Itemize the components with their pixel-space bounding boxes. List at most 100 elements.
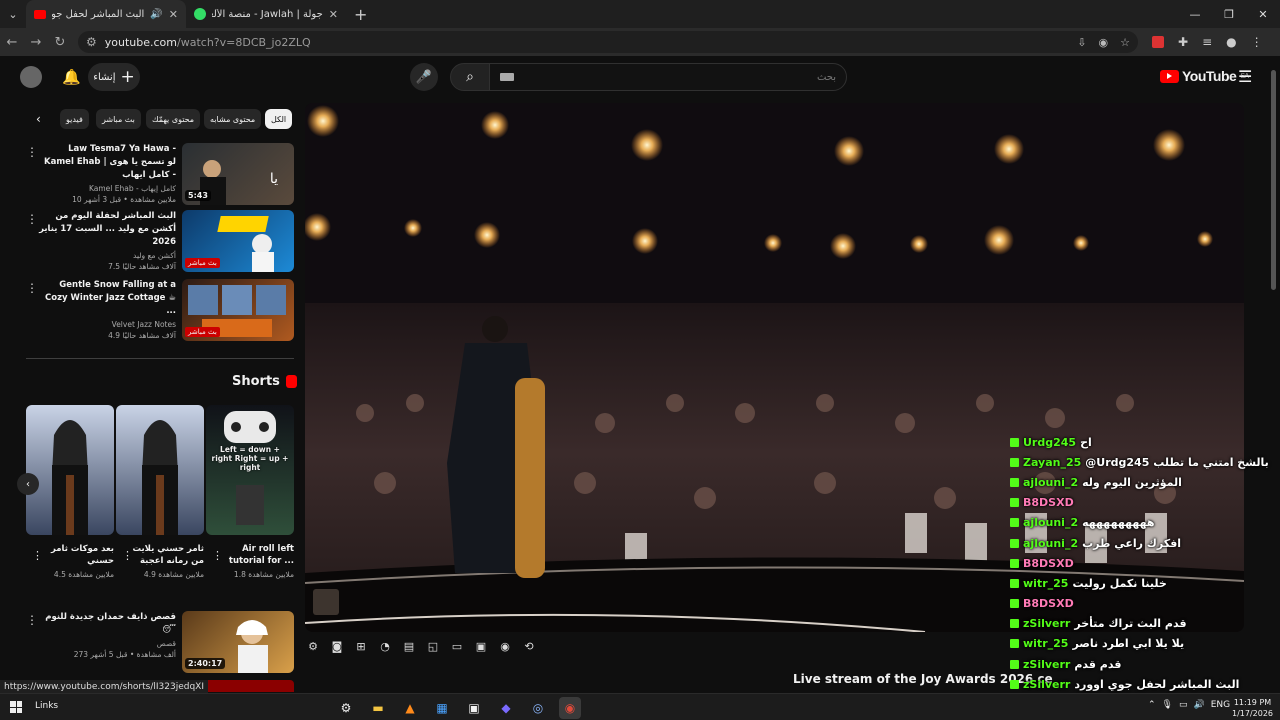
short-thumbnail[interactable] (26, 405, 114, 535)
close-tab-icon[interactable]: ✕ (329, 8, 338, 21)
channel-name[interactable]: Velvet Jazz Notes (38, 320, 176, 329)
channel-name[interactable]: قصص (38, 639, 176, 648)
chrome-icon[interactable]: ◉ (559, 697, 581, 719)
start-windows-icon[interactable] (10, 701, 22, 713)
chat-username[interactable]: zSilverr (1023, 617, 1070, 630)
short-card[interactable]: ⋮ بعد موكات ثامر حسني 4.5 ملايين مشاهدة (26, 405, 114, 579)
new-tab-button[interactable]: + (346, 5, 375, 24)
install-app-icon[interactable]: ⇩ (1077, 36, 1086, 49)
video-thumbnail[interactable]: بث مباشر (182, 279, 294, 341)
voice-search-mic-icon[interactable]: 🎤 (410, 63, 438, 91)
chat-username[interactable]: ajlouni_2 (1023, 516, 1078, 529)
youtube-logo[interactable]: YouTube SA (1160, 68, 1249, 84)
links-toolbar-label[interactable]: Links (35, 701, 58, 711)
profile-icon[interactable]: ● (1226, 35, 1236, 49)
more-actions-icon[interactable]: ⋮ (26, 145, 38, 159)
video-thumbnail[interactable]: 2:40:17 (182, 611, 294, 673)
guide-menu-icon[interactable]: ☰ (1238, 67, 1252, 86)
extension-red-icon[interactable] (1152, 36, 1164, 48)
chat-username[interactable]: zSilverr (1023, 678, 1070, 691)
microphone-icon[interactable]: 🎙 (1162, 700, 1173, 710)
app-bm-icon[interactable]: ▣ (463, 697, 485, 719)
more-actions-icon[interactable]: ⋮ (26, 281, 38, 295)
cast-icon[interactable]: ▣ (473, 638, 489, 654)
media-control-icon[interactable]: ≡ (1202, 35, 1212, 49)
chip-for-you[interactable]: محتوى يهمّك (146, 109, 201, 129)
close-window-icon[interactable]: ✕ (1246, 0, 1280, 28)
restore-icon[interactable]: ❐ (1212, 0, 1246, 28)
video-title[interactable]: Gentle Snow Falling at a Cozy Winter Jaz… (38, 279, 176, 318)
chat-username[interactable]: Zayan_25 (1023, 456, 1081, 469)
chat-username[interactable]: B8DSXD (1023, 557, 1074, 570)
tray-up-arrow-icon[interactable]: ⌃ (1148, 700, 1156, 710)
add-clip-icon[interactable]: ⊞ (353, 638, 369, 654)
create-button[interactable]: إنشاء + (88, 63, 140, 91)
browser-tab-jawlah[interactable]: جولة | Jawlah - منصة الألعاب الت ✕ (186, 0, 346, 28)
notifications-bell-icon[interactable]: 🔔 (62, 68, 81, 86)
loop-icon[interactable]: ⟲ (521, 638, 537, 654)
video-title[interactable]: قصص ذايف حمدان جديدة للنوم 😴 (38, 611, 176, 637)
short-thumbnail[interactable] (116, 405, 204, 535)
more-actions-icon[interactable]: ⋮ (32, 549, 43, 562)
video-thumbnail[interactable]: يا 5:43 (182, 143, 294, 205)
app-orange-icon[interactable]: ▲ (399, 697, 421, 719)
shorts-prev-arrow-icon[interactable]: ‹ (17, 473, 39, 495)
account-avatar[interactable] (20, 66, 42, 88)
speed-icon[interactable]: ◔ (377, 638, 393, 654)
bookmark-star-icon[interactable]: ☆ (1120, 36, 1130, 49)
chat-username[interactable]: B8DSXD (1023, 496, 1074, 509)
tab-search-chevron-icon[interactable]: ⌄ (0, 8, 26, 21)
chat-username[interactable]: witr_25 (1023, 577, 1068, 590)
tracking-eye-icon[interactable]: ◉ (1099, 36, 1109, 49)
audio-icon[interactable]: 🔊 (150, 9, 162, 20)
search-button[interactable]: ⌕ (450, 63, 490, 91)
channel-name[interactable]: أكشن مع وليد (38, 251, 176, 260)
chip-videos[interactable]: فيديو (60, 109, 89, 129)
related-video-item[interactable]: ⋮ البث المباشر لحفلة اليوم من أكشن مع ول… (26, 210, 294, 272)
short-thumbnail[interactable]: Left = down + right Right = up + right (206, 405, 294, 535)
related-video-item[interactable]: ⋮ Gentle Snow Falling at a Cozy Winter J… (26, 279, 294, 341)
app-diamond-icon[interactable]: ◆ (495, 697, 517, 719)
language-indicator[interactable]: ENG (1211, 700, 1230, 710)
video-thumbnail[interactable]: بث مباشر (182, 210, 294, 272)
more-actions-icon[interactable]: ⋮ (26, 613, 38, 627)
search-input[interactable]: بحث (489, 63, 847, 91)
steam-icon[interactable]: ◎ (527, 697, 549, 719)
more-actions-icon[interactable]: ⋮ (26, 212, 38, 226)
screenshot-camera-icon[interactable]: ◙ (329, 638, 345, 654)
theater-icon[interactable]: ▭ (449, 638, 465, 654)
chat-username[interactable]: Urdg245 (1023, 436, 1076, 449)
network-icon[interactable]: ▭ (1179, 700, 1188, 710)
short-card[interactable]: Left = down + right Right = up + right ⋮… (206, 405, 294, 579)
keyboard-icon[interactable] (500, 73, 514, 81)
subtitles-icon[interactable]: ▤ (401, 638, 417, 654)
chip-all[interactable]: الكل (265, 109, 293, 129)
chat-username[interactable]: ajlouni_2 (1023, 476, 1078, 489)
video-title[interactable]: البث المباشر لحفلة اليوم من أكشن مع وليد… (38, 210, 176, 249)
browser-tab-youtube[interactable]: البث المباشر لحفل جوي اوورد 🔊 ✕ (26, 0, 186, 28)
extensions-puzzle-icon[interactable]: ✚ (1178, 35, 1188, 49)
short-card[interactable]: ⋮ ثامر حسني يلايت من رمانه اعجبة 4.9 ملا… (116, 405, 204, 579)
related-video-item[interactable]: ⋮ قصص ذايف حمدان جديدة للنوم 😴 قصص 273 أ… (26, 611, 294, 673)
minimize-icon[interactable]: — (1178, 0, 1212, 28)
reload-icon[interactable]: ↻ (48, 35, 72, 50)
broadcast-icon[interactable]: ◉ (497, 638, 513, 654)
app-settings-icon[interactable]: ⚙ (335, 697, 357, 719)
site-info-icon[interactable]: ⚙ (86, 35, 97, 49)
chips-prev-arrow-icon[interactable]: ‹ (36, 112, 41, 126)
browser-menu-icon[interactable]: ⋮ (1251, 35, 1263, 49)
pip-icon[interactable]: ◱ (425, 638, 441, 654)
chat-username[interactable]: witr_25 (1023, 637, 1068, 650)
forward-icon[interactable]: → (24, 35, 48, 50)
chat-username[interactable]: zSilverr (1023, 658, 1070, 671)
close-tab-icon[interactable]: ✕ (169, 8, 178, 21)
settings-gear-icon[interactable]: ⚙ (305, 638, 321, 654)
more-actions-icon[interactable]: ⋮ (212, 549, 223, 562)
back-icon[interactable]: ← (0, 35, 24, 50)
more-actions-icon[interactable]: ⋮ (122, 549, 133, 562)
chat-username[interactable]: B8DSXD (1023, 597, 1074, 610)
chip-live[interactable]: بث مباشر (96, 109, 141, 129)
file-explorer-icon[interactable]: ▬ (367, 697, 389, 719)
related-video-item[interactable]: ⋮ Law Tesma7 Ya Hawa - Kamel Ehab | لو ت… (26, 143, 294, 205)
video-title[interactable]: Law Tesma7 Ya Hawa - Kamel Ehab | لو تسم… (38, 143, 176, 182)
